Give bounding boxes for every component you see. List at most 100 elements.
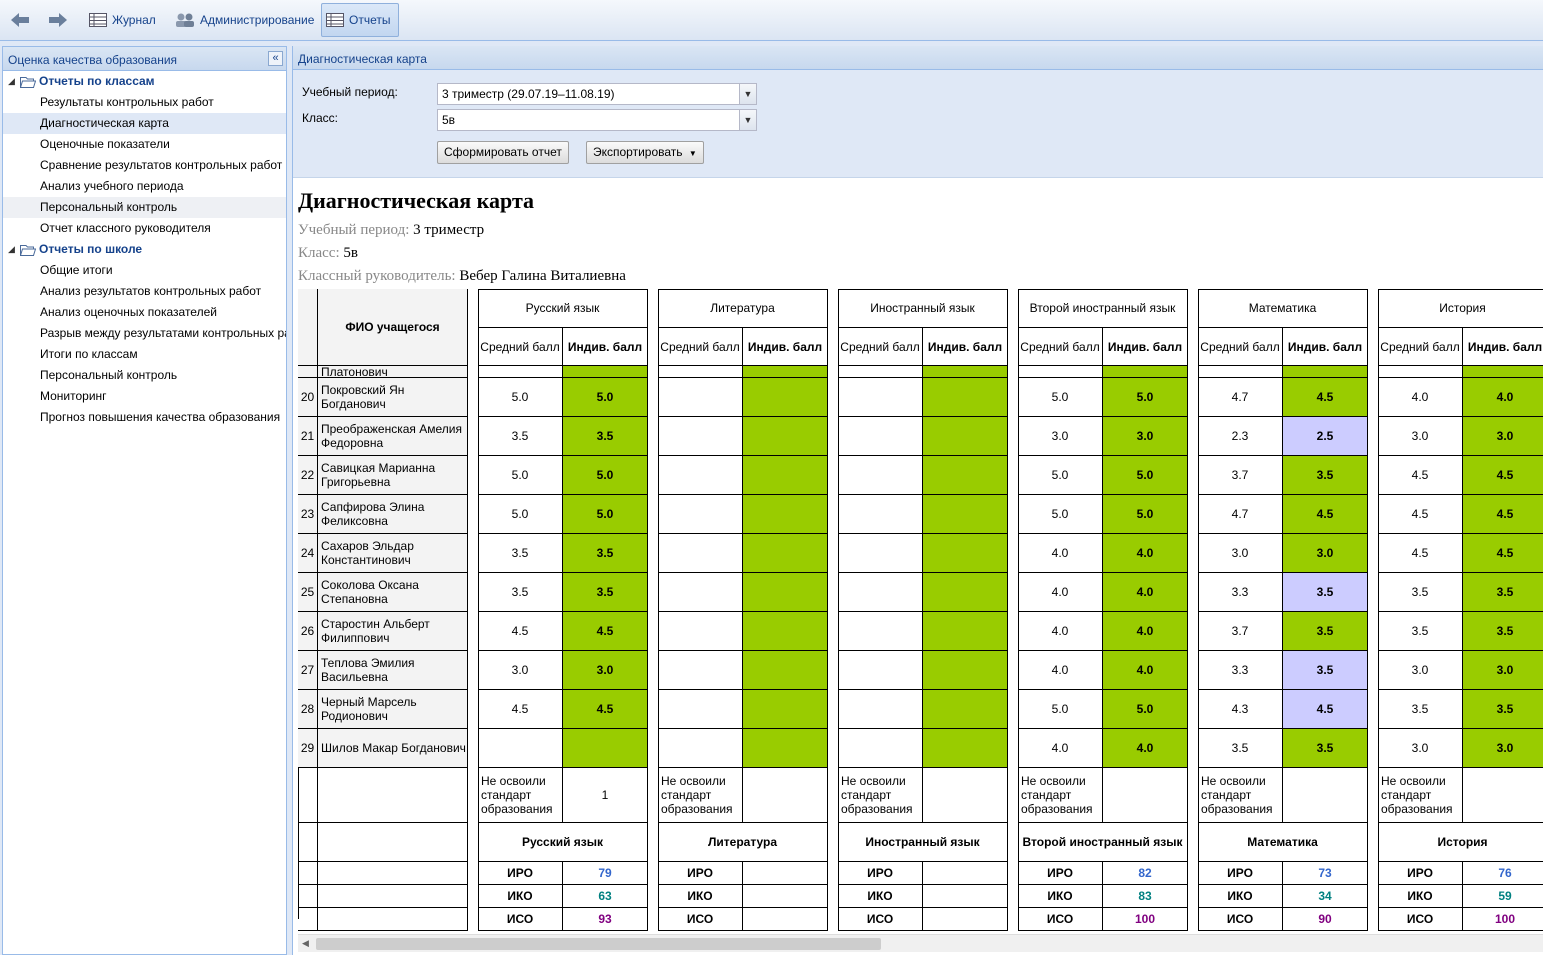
horizontal-scrollbar[interactable]: ◀ [298, 934, 1543, 952]
avg-score-header: Средний балл [658, 328, 743, 366]
back-button[interactable] [4, 3, 36, 37]
scrollbar-thumb[interactable] [316, 938, 881, 950]
index-label: ИРО [1018, 862, 1103, 885]
individual-score-cell [743, 366, 828, 378]
individual-score-cell: 3.5 [1463, 573, 1543, 612]
expand-toggle-icon[interactable]: ◢ [8, 71, 20, 92]
row-number: 25 [298, 573, 318, 612]
individual-score-header: Индив. балл [1463, 328, 1543, 366]
subject-header: Русский язык [478, 289, 648, 328]
tree-item-comparison[interactable]: Сравнение результатов контрольных работ [3, 155, 286, 176]
class-dropdown-trigger[interactable]: ▼ [739, 110, 756, 130]
tree-item-gap[interactable]: Разрыв между результатами контрольных ра… [3, 323, 286, 344]
row-number: 26 [298, 612, 318, 651]
report-class-label: Класс: [298, 245, 340, 261]
administration-button[interactable]: Администрирование [170, 3, 319, 37]
row-number: 28 [298, 690, 318, 729]
num-cell [298, 366, 318, 378]
forward-button[interactable] [42, 3, 74, 37]
tree-item-test-analysis[interactable]: Анализ результатов контрольных работ [3, 281, 286, 302]
not-mastered-label: Не освоили стандарт образования [1018, 768, 1103, 823]
student-name: Старостин Альберт Филиппович [318, 612, 468, 651]
tree-item-monitoring[interactable]: Мониторинг [3, 386, 286, 407]
individual-score-cell: 5.0 [1103, 495, 1188, 534]
index-label: ИСО [1198, 908, 1283, 931]
avg-score-cell: 5.0 [478, 456, 563, 495]
avg-score-cell: 3.5 [478, 534, 563, 573]
index-value [743, 885, 828, 908]
tree-item-personal-control[interactable]: Персональный контроль [3, 365, 286, 386]
student-name: Черный Марсель Родионович [318, 690, 468, 729]
subject-summary-header: История [1378, 823, 1543, 862]
users-icon [176, 13, 194, 27]
build-report-button[interactable]: Сформировать отчет [437, 141, 569, 164]
individual-score-cell: 3.5 [563, 534, 648, 573]
journal-button[interactable]: Журнал [84, 3, 161, 37]
row-number: 24 [298, 534, 318, 573]
avg-score-cell: 3.3 [1198, 573, 1283, 612]
avg-score-header: Средний балл [478, 328, 563, 366]
tree-group-0[interactable]: ◢ Отчеты по классам [3, 71, 286, 92]
index-label: ИРО [1378, 862, 1463, 885]
avg-score-cell: 3.5 [1378, 690, 1463, 729]
tree-item-forecast[interactable]: Прогноз повышения качества образования [3, 407, 286, 428]
tree-item-label: Анализ оценочных показателей [40, 305, 217, 319]
individual-score-cell: 5.0 [1103, 456, 1188, 495]
reports-button[interactable]: Отчеты [321, 3, 400, 37]
tree-item-totals[interactable]: Общие итоги [3, 260, 286, 281]
individual-score-cell [923, 495, 1008, 534]
avg-score-cell [658, 651, 743, 690]
blank-cell [318, 908, 468, 931]
student-name: Преображенская Амелия Федоровна [318, 417, 468, 456]
individual-score-cell: 3.5 [1283, 651, 1368, 690]
tree-item-label: Персональный контроль [40, 368, 178, 382]
individual-score-cell [743, 495, 828, 534]
tree-item-assessment[interactable]: Оценочные показатели [3, 134, 286, 155]
avg-score-cell [478, 729, 563, 768]
row-number: 27 [298, 651, 318, 690]
tree-item-label: Отчет классного руководителя [40, 221, 211, 235]
avg-score-cell [658, 612, 743, 651]
tree-item-period-analysis[interactable]: Анализ учебного периода [3, 176, 286, 197]
tree-item-results[interactable]: Результаты контрольных работ [3, 92, 286, 113]
report-class: Класс: 5в [298, 245, 358, 262]
administration-label: Администрирование [200, 13, 315, 27]
tree-group-1[interactable]: ◢ Отчеты по школе [3, 239, 286, 260]
report-teacher: Классный руководитель: Вебер Галина Вита… [298, 268, 626, 285]
report-teacher-value: Вебер Галина Виталиевна [459, 268, 626, 284]
individual-score-cell: 3.5 [1283, 573, 1368, 612]
main-panel-header: Диагностическая карта [293, 46, 1543, 70]
avg-score-cell: 5.0 [1018, 690, 1103, 729]
index-label: ИСО [478, 908, 563, 931]
scroll-left-icon[interactable]: ◀ [302, 938, 309, 949]
class-select[interactable]: 5в ▼ [437, 109, 757, 131]
avg-score-cell [838, 651, 923, 690]
expand-toggle-icon[interactable]: ◢ [8, 239, 20, 260]
num-cell [298, 885, 318, 908]
index-value: 63 [563, 885, 648, 908]
avg-score-cell: 4.5 [1378, 456, 1463, 495]
collapse-sidebar-button[interactable]: « [268, 51, 283, 66]
tree-item-class-teacher[interactable]: Отчет классного руководителя [3, 218, 286, 239]
tree-item-label: Прогноз повышения качества образования [40, 410, 281, 424]
tree-item-personal-control[interactable]: Персональный контроль [3, 197, 286, 218]
individual-score-cell: 4.0 [1103, 534, 1188, 573]
individual-score-cell: 4.5 [1463, 456, 1543, 495]
period-select[interactable]: 3 триместр (29.07.19–11.08.19) ▼ [437, 83, 757, 105]
avg-score-cell [838, 690, 923, 729]
avg-score-cell: 3.5 [1198, 729, 1283, 768]
avg-score-cell: 5.0 [478, 378, 563, 417]
avg-score-cell: 4.0 [1018, 612, 1103, 651]
avg-score-cell: 3.0 [1378, 651, 1463, 690]
index-label: ИКО [1198, 885, 1283, 908]
avg-score-cell: 3.5 [478, 417, 563, 456]
index-value [923, 908, 1008, 931]
individual-score-cell [923, 366, 1008, 378]
period-dropdown-trigger[interactable]: ▼ [739, 84, 756, 104]
tree-item-diag-map[interactable]: Диагностическая карта [3, 113, 286, 134]
export-button[interactable]: Экспортировать ▼ [586, 141, 704, 164]
tree-item-label: Оценочные показатели [40, 137, 170, 151]
avg-score-cell: 4.3 [1198, 690, 1283, 729]
tree-item-assessment-analysis[interactable]: Анализ оценочных показателей [3, 302, 286, 323]
tree-item-class-totals[interactable]: Итоги по классам [3, 344, 286, 365]
